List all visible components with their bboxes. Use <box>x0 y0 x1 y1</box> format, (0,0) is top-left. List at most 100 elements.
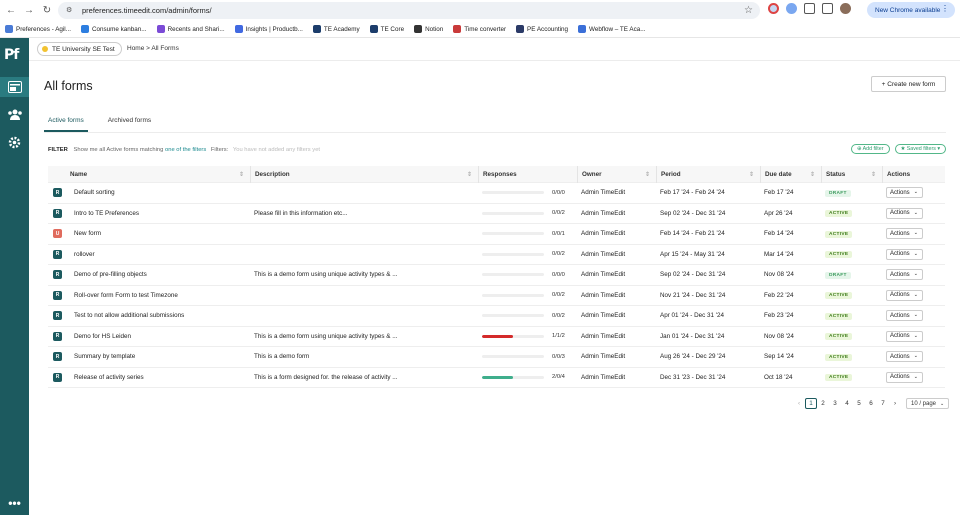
actions-label: Actions <box>890 374 910 381</box>
form-name[interactable]: Intro to TE Preferences <box>70 210 250 217</box>
responses-count: 0/0/0 <box>552 271 565 278</box>
header-due-date[interactable]: Due date <box>760 165 821 183</box>
no-filters-text: You have not added any filters yet <box>232 147 321 153</box>
form-name[interactable]: Default sorting <box>70 189 250 196</box>
form-name[interactable]: Demo for HS Leiden <box>70 333 250 340</box>
actions-dropdown-button[interactable]: Actions ⌄ <box>886 310 923 322</box>
status-cell: ACTIVE <box>821 230 882 238</box>
status-cell: ACTIVE <box>821 209 882 218</box>
bookmark-item[interactable]: Insights | Productb... <box>234 25 303 33</box>
extension-blue-icon[interactable] <box>786 3 797 14</box>
saved-filters-button[interactable]: ★ Saved filters ▾ <box>894 144 946 154</box>
next-page-icon[interactable]: › <box>889 398 901 409</box>
page-number[interactable]: 7 <box>877 398 889 409</box>
header-period[interactable]: Period <box>656 165 760 183</box>
form-name[interactable]: Summary by template <box>70 353 250 360</box>
header-owner[interactable]: Owner <box>577 165 656 183</box>
address-bar[interactable]: ⚙ preferences.timeedit.com/admin/forms/ … <box>58 2 760 19</box>
forms-nav-icon[interactable] <box>0 77 29 97</box>
app-logo[interactable]: Pf <box>4 47 19 63</box>
actions-dropdown-button[interactable]: Actions ⌄ <box>886 351 923 363</box>
reload-icon[interactable]: ↻ <box>38 2 56 20</box>
site-settings-icon[interactable]: ⚙ <box>66 7 74 15</box>
bookmark-item[interactable]: Notion <box>414 25 443 33</box>
chevron-down-icon: ⌄ <box>913 230 918 237</box>
header-status[interactable]: Status <box>821 165 882 183</box>
page-number[interactable]: 2 <box>817 398 829 409</box>
chevron-down-icon: ⌄ <box>913 189 918 196</box>
prev-page-icon[interactable]: ‹ <box>793 398 805 409</box>
bookmark-item[interactable]: Webflow – TE Aca... <box>578 25 645 33</box>
tab-active-forms[interactable]: Active forms <box>44 115 88 132</box>
table-row[interactable]: R Summary by template This is a demo form 0… <box>48 347 945 368</box>
new-chrome-button[interactable]: New Chrome available ⋮ <box>867 2 955 18</box>
actions-dropdown-button[interactable]: Actions ⌄ <box>886 207 923 219</box>
forward-icon[interactable]: → <box>20 2 38 20</box>
bookmark-item[interactable]: Consume kanban... <box>80 25 147 33</box>
bookmarks-bar: Preferences - Agil... Consume kanban... Re… <box>0 21 960 38</box>
add-filter-button[interactable]: ⊕ Add filter <box>850 144 890 154</box>
page-size-label: 10 / page <box>911 400 937 407</box>
tenant-selector[interactable]: TE University SE Test <box>37 42 122 56</box>
form-due-date: Apr 26 '24 <box>764 209 793 217</box>
table-row[interactable]: R Roll-over form Form to test Timezone 0/0… <box>48 286 945 306</box>
actions-dropdown-button[interactable]: Actions ⌄ <box>886 228 923 240</box>
form-type-badge-icon: R <box>53 352 62 362</box>
bookmark-item[interactable]: TE Core <box>369 25 404 33</box>
extension-red-icon[interactable] <box>768 3 779 14</box>
puzzle-icon[interactable] <box>804 3 815 14</box>
page-number[interactable]: 4 <box>841 398 853 409</box>
forms-table: Name Description Responses Owner Period … <box>48 165 945 388</box>
breadcrumb: Home > All Forms <box>127 45 179 52</box>
responses-progress-bar <box>482 334 544 338</box>
table-row[interactable]: Rrollover 0/0/2 Admin TimeEdit Apr 15 '24 -… <box>48 245 945 265</box>
table-row[interactable]: R Default sorting 0/0/0 Admin TimeEdit Feb 1… <box>48 183 945 204</box>
bookmark-item[interactable]: Preferences - Agil... <box>5 25 71 33</box>
actions-dropdown-button[interactable]: Actions ⌄ <box>886 269 923 281</box>
form-name[interactable]: Demo of pre-filling objects <box>70 271 250 278</box>
table-row[interactable]: R Intro to TE Preferences Please fill in t… <box>48 204 945 224</box>
profile-avatar[interactable] <box>840 3 851 14</box>
back-icon[interactable]: ← <box>2 2 20 20</box>
page-number[interactable]: 1 <box>805 398 817 409</box>
header-description[interactable]: Description <box>250 165 478 183</box>
actions-dropdown-button[interactable]: Actions ⌄ <box>886 187 923 199</box>
form-period: Sep 02 '24 - Dec 31 '24 <box>660 271 726 279</box>
actions-dropdown-button[interactable]: Actions ⌄ <box>886 248 923 260</box>
header-name[interactable]: Name <box>70 166 250 183</box>
table-row[interactable]: R Release of activity series This is a for… <box>48 368 945 388</box>
actions-dropdown-button[interactable]: Actions ⌄ <box>886 371 923 383</box>
create-new-form-button[interactable]: + Create new form <box>871 76 946 92</box>
page-number[interactable]: 5 <box>853 398 865 409</box>
form-name[interactable]: Release of activity series <box>70 374 250 381</box>
form-name[interactable]: New form <box>70 230 250 237</box>
tab-archived-forms[interactable]: Archived forms <box>104 115 155 132</box>
form-name[interactable]: Test to not allow additional submissions <box>70 312 250 319</box>
form-name[interactable]: rollover <box>70 251 250 258</box>
more-dots-icon[interactable]: ••• <box>0 493 29 513</box>
bookmark-item[interactable]: PE Accounting <box>516 25 568 33</box>
side-panel-icon[interactable] <box>822 3 833 14</box>
bookmark-item[interactable]: Time converter <box>453 25 506 33</box>
page-number[interactable]: 3 <box>829 398 841 409</box>
page-size-select[interactable]: 10 / page ⌄ <box>906 398 950 409</box>
table-row[interactable]: U New form 0/0/1 Admin TimeEdit Feb 14 '24 -… <box>48 224 945 245</box>
form-name[interactable]: Roll-over form Form to test Timezone <box>70 292 250 299</box>
table-row[interactable]: R Demo of pre-filling objects This is a de… <box>48 265 945 286</box>
actions-dropdown-button[interactable]: Actions ⌄ <box>886 330 923 342</box>
filter-match-mode-link[interactable]: one of the filters <box>165 147 206 153</box>
users-nav-icon[interactable] <box>0 104 29 124</box>
bookmark-item[interactable]: TE Academy <box>312 25 360 33</box>
table-row[interactable]: R Test to not allow additional submission… <box>48 306 945 327</box>
settings-gear-icon[interactable] <box>0 132 29 152</box>
bookmark-favicon-icon <box>578 25 587 33</box>
actions-dropdown-button[interactable]: Actions ⌄ <box>886 289 923 301</box>
page-number[interactable]: 6 <box>865 398 877 409</box>
bookmark-item[interactable]: Recents and Shari... <box>156 25 225 33</box>
table-row[interactable]: R Demo for HS Leiden This is a demo form u… <box>48 327 945 347</box>
kebab-menu-icon[interactable]: ⋮ <box>941 4 949 13</box>
tabs-divider <box>44 132 946 133</box>
bookmark-star-icon[interactable]: ☆ <box>744 5 753 16</box>
responses-progress-bar <box>482 375 544 379</box>
actions-label: Actions <box>890 189 910 196</box>
